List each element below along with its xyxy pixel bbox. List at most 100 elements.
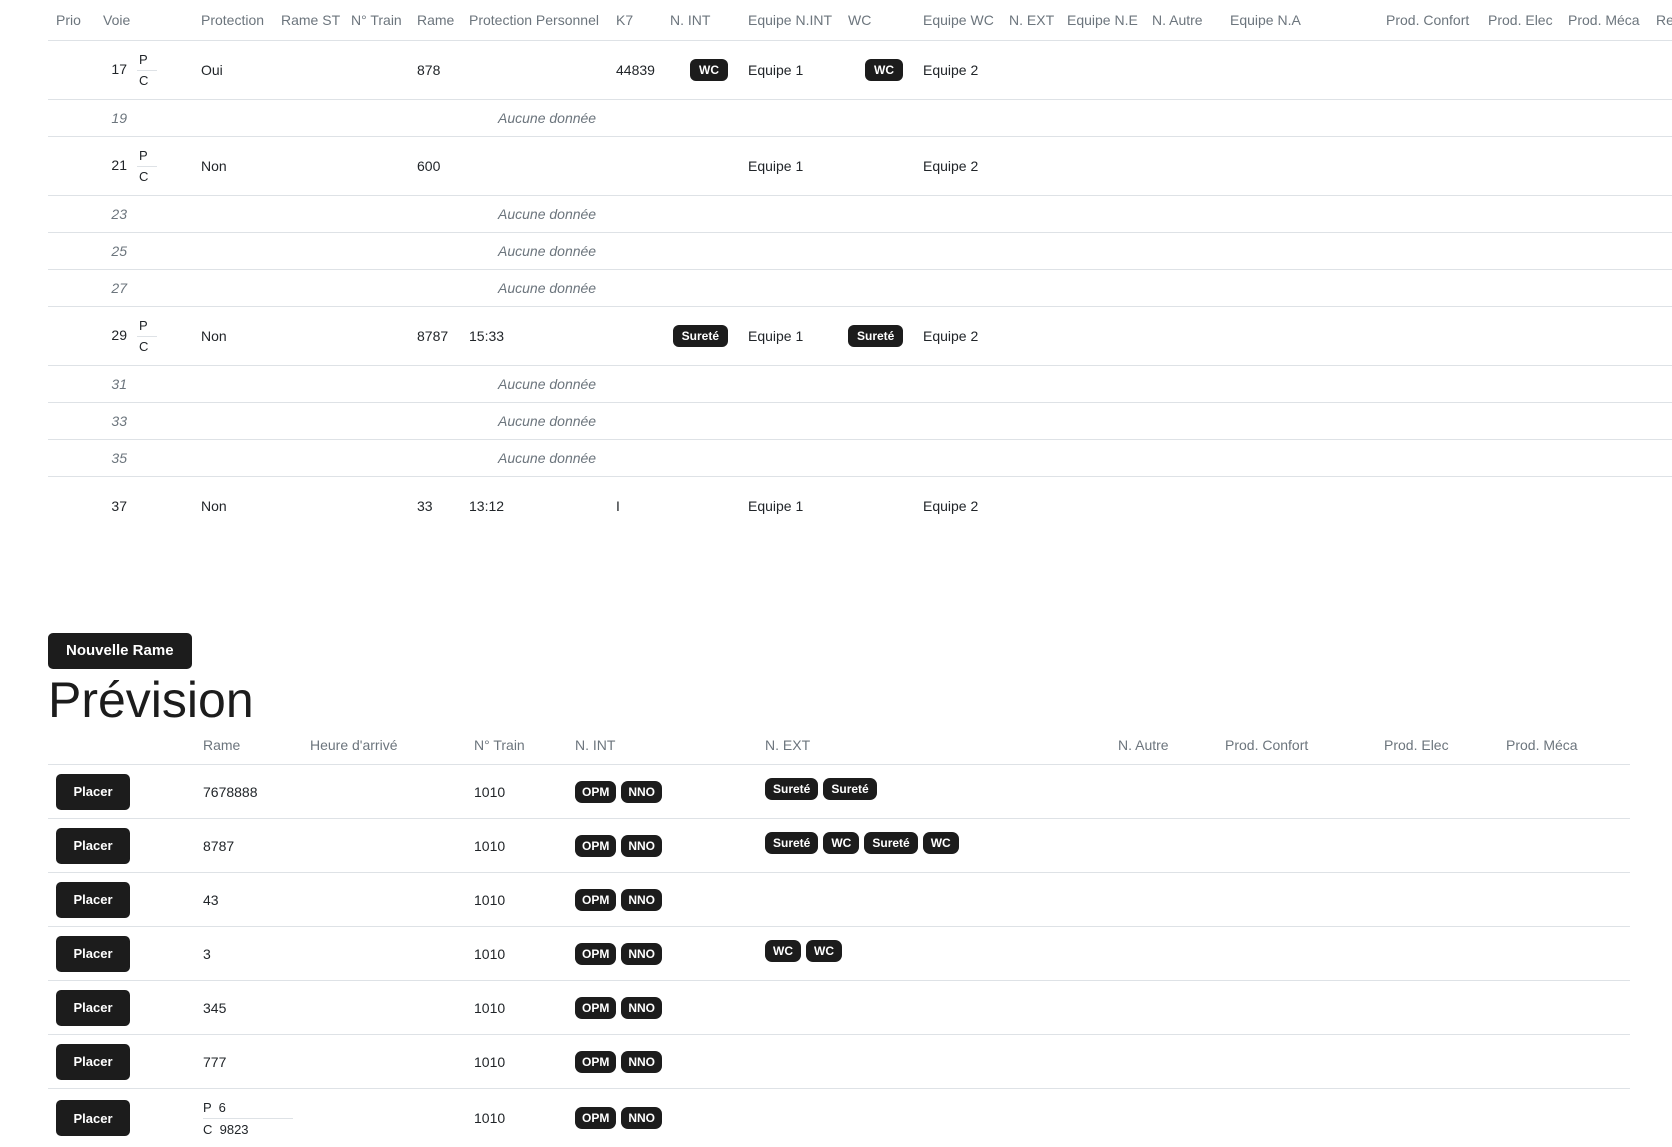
empty-cell: Aucune donnée <box>461 403 608 440</box>
n-ext-cell <box>757 873 1110 927</box>
n-int-badge[interactable]: WC <box>690 59 728 81</box>
voies-table: PrioVoieProtectionRame STN° TrainRamePro… <box>48 0 1672 535</box>
n-ext-tag[interactable]: WC <box>923 832 959 854</box>
protection-cell: Non <box>193 307 273 366</box>
voie-row[interactable]: 31Aucune donnée <box>48 366 1672 403</box>
n-int-tag[interactable]: OPM <box>575 835 616 857</box>
n-int-tag[interactable]: OPM <box>575 889 616 911</box>
placer-button[interactable]: Placer <box>56 882 130 918</box>
n-ext-tag[interactable]: Sureté <box>823 778 876 800</box>
pc-indicator: PC <box>137 316 157 357</box>
voies-body: 17PCOui87844839WCEquipe 1WCEquipe 219Auc… <box>48 41 1672 536</box>
n-int-cell: OPMNNO <box>567 927 757 981</box>
protection-cell: Non <box>193 477 273 536</box>
n-ext-tag[interactable]: Sureté <box>864 832 917 854</box>
pc-indicator: PC <box>137 50 157 91</box>
n-ext-tag[interactable]: WC <box>765 940 801 962</box>
voie-cell: 37 <box>95 477 193 536</box>
placer-button[interactable]: Placer <box>56 936 130 972</box>
new-rame-button[interactable]: Nouvelle Rame <box>48 633 192 669</box>
n-int-tag[interactable]: OPM <box>575 781 616 803</box>
voie-row[interactable]: 21PCNon600Equipe 1Equipe 2 <box>48 137 1672 196</box>
prio-cell <box>48 100 95 137</box>
prevision-row: Placer87871010OPMNNOSuretéWCSuretéWC <box>48 819 1630 873</box>
placer-button[interactable]: Placer <box>56 828 130 864</box>
protection-personnel-cell: 13:12 <box>461 477 608 536</box>
n-int-tag[interactable]: NNO <box>621 1107 662 1129</box>
placer-button[interactable]: Placer <box>56 990 130 1026</box>
prevision-row: Placer76788881010OPMNNOSuretéSureté <box>48 765 1630 819</box>
placer-button[interactable]: Placer <box>56 1044 130 1080</box>
wc-badge[interactable]: Sureté <box>848 325 903 347</box>
rame-cell: 3 <box>195 927 302 981</box>
voie-number: 25 <box>103 243 127 259</box>
n-ext-tag[interactable]: WC <box>823 832 859 854</box>
placer-cell: Placer <box>48 765 195 819</box>
n-int-tag[interactable]: NNO <box>621 781 662 803</box>
n-int-tag[interactable]: NNO <box>621 889 662 911</box>
n-int-tag[interactable]: OPM <box>575 943 616 965</box>
rame-st-cell <box>273 137 343 196</box>
n-int-badge[interactable]: Sureté <box>673 325 728 347</box>
n-int-tag[interactable]: OPM <box>575 1107 616 1129</box>
voies-col-header: N° Train <box>343 0 409 41</box>
rame-cell: P 6C 9823 <box>195 1089 302 1147</box>
empty-label: Aucune donnée <box>498 280 596 296</box>
n-int-cell: OPMNNO <box>567 765 757 819</box>
prio-cell <box>48 307 95 366</box>
n-ext-tag[interactable]: Sureté <box>765 832 818 854</box>
n-ext-tags: SuretéWCSuretéWC <box>765 834 964 850</box>
n-int-tag[interactable]: NNO <box>621 997 662 1019</box>
voies-col-header: Protection Personnel <box>461 0 608 41</box>
n-ext-cell <box>757 1089 1110 1147</box>
rame-cell: 600 <box>409 137 461 196</box>
voie-row[interactable]: 33Aucune donnée <box>48 403 1672 440</box>
wc-badge[interactable]: WC <box>865 59 903 81</box>
voie-cell: 17PC <box>95 41 193 100</box>
voies-col-header: N. EXT <box>1001 0 1059 41</box>
n-int-cell <box>662 137 740 196</box>
rame-st-cell <box>273 477 343 536</box>
voie-row[interactable]: 29PCNon878715:33SuretéEquipe 1SuretéEqui… <box>48 307 1672 366</box>
heure-arrive-cell <box>302 1089 466 1147</box>
n-ext-tag[interactable]: Sureté <box>765 778 818 800</box>
n-ext-cell: WCWC <box>757 927 1110 981</box>
voie-number: 27 <box>103 280 127 296</box>
voie-row[interactable]: 19Aucune donnée <box>48 100 1672 137</box>
equipe-n-int-cell: Equipe 1 <box>740 137 840 196</box>
protection-cell: Oui <box>193 41 273 100</box>
n-int-cell: OPMNNO <box>567 819 757 873</box>
n-int-tag[interactable]: OPM <box>575 1051 616 1073</box>
rame-cell: 8787 <box>409 307 461 366</box>
empty-label: Aucune donnée <box>498 243 596 259</box>
prevision-col-header: Rame <box>195 726 302 765</box>
voie-row[interactable]: 23Aucune donnée <box>48 196 1672 233</box>
empty-cell: Aucune donnée <box>461 366 608 403</box>
rame-cell: 43 <box>195 873 302 927</box>
voie-row[interactable]: 27 Aucune donnée <box>48 270 1672 307</box>
n-int-tag[interactable]: OPM <box>575 997 616 1019</box>
voies-col-header: K7 <box>608 0 662 41</box>
prevision-col-header <box>48 726 195 765</box>
rame-cell: 777 <box>195 1035 302 1089</box>
voie-row[interactable]: 37Non3313:12IEquipe 1Equipe 2 <box>48 477 1672 536</box>
voie-row[interactable]: 17PCOui87844839WCEquipe 1WCEquipe 2 <box>48 41 1672 100</box>
voie-row[interactable]: 25 Aucune donnée <box>48 233 1672 270</box>
placer-button[interactable]: Placer <box>56 1100 130 1136</box>
prevision-col-header: N. EXT <box>757 726 1110 765</box>
voie-row[interactable]: 35Aucune donnée <box>48 440 1672 477</box>
voie-number: 21 <box>103 157 127 173</box>
voie-number: 35 <box>103 450 127 466</box>
n-ext-tag[interactable]: WC <box>806 940 842 962</box>
voie-cell: 27 <box>95 270 193 307</box>
voies-col-header: Rendu <box>1648 0 1672 41</box>
n-int-tag[interactable]: NNO <box>621 1051 662 1073</box>
voies-col-header: Prod. Méca <box>1560 0 1648 41</box>
empty-cell: Aucune donnée <box>461 233 608 270</box>
n-int-tag[interactable]: NNO <box>621 943 662 965</box>
voie-number: 37 <box>103 498 127 514</box>
n-int-tag[interactable]: NNO <box>621 835 662 857</box>
k7-cell <box>608 137 662 196</box>
placer-button[interactable]: Placer <box>56 774 130 810</box>
prevision-table: RameHeure d'arrivéN° TrainN. INTN. EXTN.… <box>48 726 1630 1147</box>
